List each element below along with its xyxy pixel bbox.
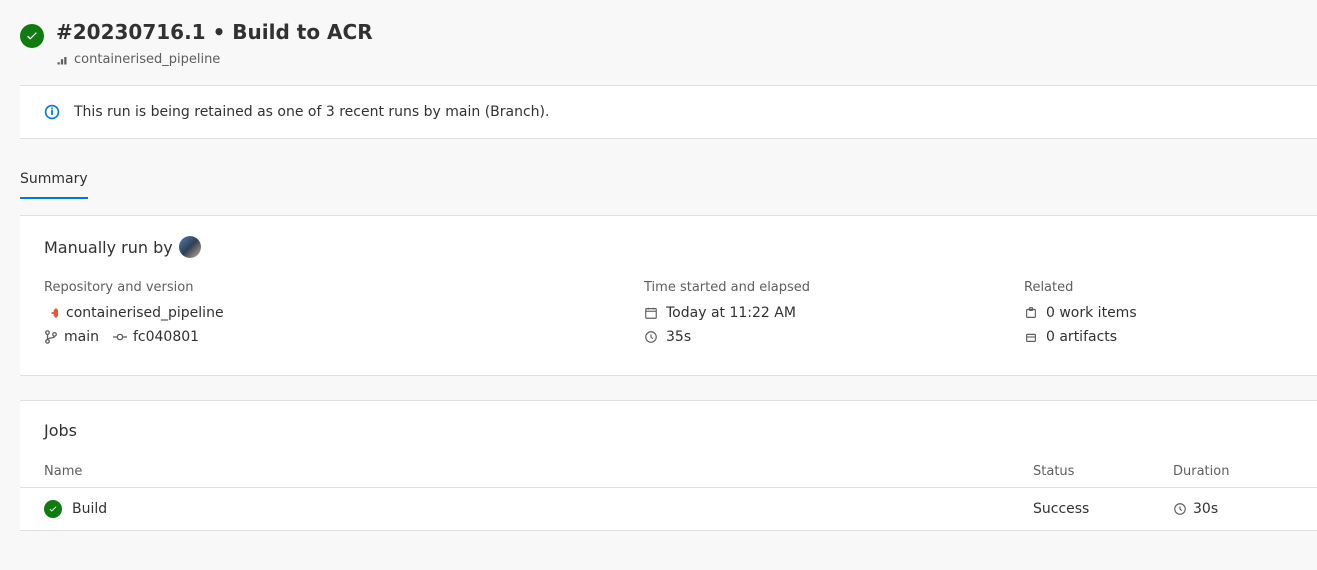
started-value: Today at 11:22 AM bbox=[666, 305, 796, 321]
artifacts-value: 0 artifacts bbox=[1046, 329, 1117, 345]
info-icon: i bbox=[44, 104, 60, 120]
jobs-col-status: Status bbox=[1033, 464, 1173, 479]
success-icon bbox=[20, 24, 44, 48]
jobs-col-duration: Duration bbox=[1173, 464, 1293, 479]
calendar-icon bbox=[644, 306, 658, 320]
job-row[interactable]: Build Success 30s bbox=[20, 488, 1317, 530]
summary-card: Manually run by Repository and version c… bbox=[20, 215, 1317, 376]
svg-text:i: i bbox=[50, 107, 53, 118]
time-header: Time started and elapsed bbox=[644, 280, 984, 295]
artifacts-link[interactable]: 0 artifacts bbox=[1024, 329, 1304, 345]
commit-icon bbox=[113, 330, 127, 344]
jobs-table-header: Name Status Duration bbox=[20, 456, 1317, 488]
workitem-icon bbox=[1024, 306, 1038, 320]
retention-message: This run is being retained as one of 3 r… bbox=[74, 104, 549, 120]
run-by-label: Manually run by bbox=[44, 238, 173, 257]
commit-link[interactable]: fc040801 bbox=[113, 329, 199, 345]
work-items-link[interactable]: 0 work items bbox=[1024, 305, 1304, 321]
tab-bar: Summary bbox=[20, 163, 1317, 199]
job-duration: 30s bbox=[1193, 501, 1218, 517]
work-items-value: 0 work items bbox=[1046, 305, 1137, 321]
pipeline-link[interactable]: containerised_pipeline bbox=[56, 52, 1317, 67]
jobs-col-name: Name bbox=[44, 464, 1033, 479]
avatar[interactable] bbox=[179, 236, 201, 258]
artifact-icon bbox=[1024, 330, 1038, 344]
repo-link[interactable]: containerised_pipeline bbox=[44, 305, 604, 321]
elapsed-row: 35s bbox=[644, 329, 984, 345]
elapsed-value: 35s bbox=[666, 329, 691, 345]
started-row: Today at 11:22 AM bbox=[644, 305, 984, 321]
git-repo-icon bbox=[44, 306, 58, 320]
commit-hash: fc040801 bbox=[133, 329, 199, 345]
job-name: Build bbox=[72, 501, 107, 517]
repo-name: containerised_pipeline bbox=[66, 305, 224, 321]
pipeline-icon bbox=[56, 54, 68, 66]
tab-summary[interactable]: Summary bbox=[20, 163, 88, 199]
clock-icon bbox=[1173, 502, 1187, 516]
job-status: Success bbox=[1033, 501, 1173, 517]
pipeline-name: containerised_pipeline bbox=[74, 52, 220, 67]
retention-banner: i This run is being retained as one of 3… bbox=[20, 85, 1317, 139]
jobs-title: Jobs bbox=[44, 421, 1317, 440]
success-icon bbox=[44, 500, 62, 518]
jobs-card: Jobs Name Status Duration Build Success … bbox=[20, 400, 1317, 531]
run-by-row: Manually run by bbox=[44, 236, 1293, 258]
branch-icon bbox=[44, 330, 58, 344]
clock-icon bbox=[644, 330, 658, 344]
repo-header: Repository and version bbox=[44, 280, 604, 295]
branch-link[interactable]: main bbox=[44, 329, 99, 345]
page-title: #20230716.1 • Build to ACR bbox=[56, 20, 373, 44]
related-header: Related bbox=[1024, 280, 1304, 295]
branch-name: main bbox=[64, 329, 99, 345]
